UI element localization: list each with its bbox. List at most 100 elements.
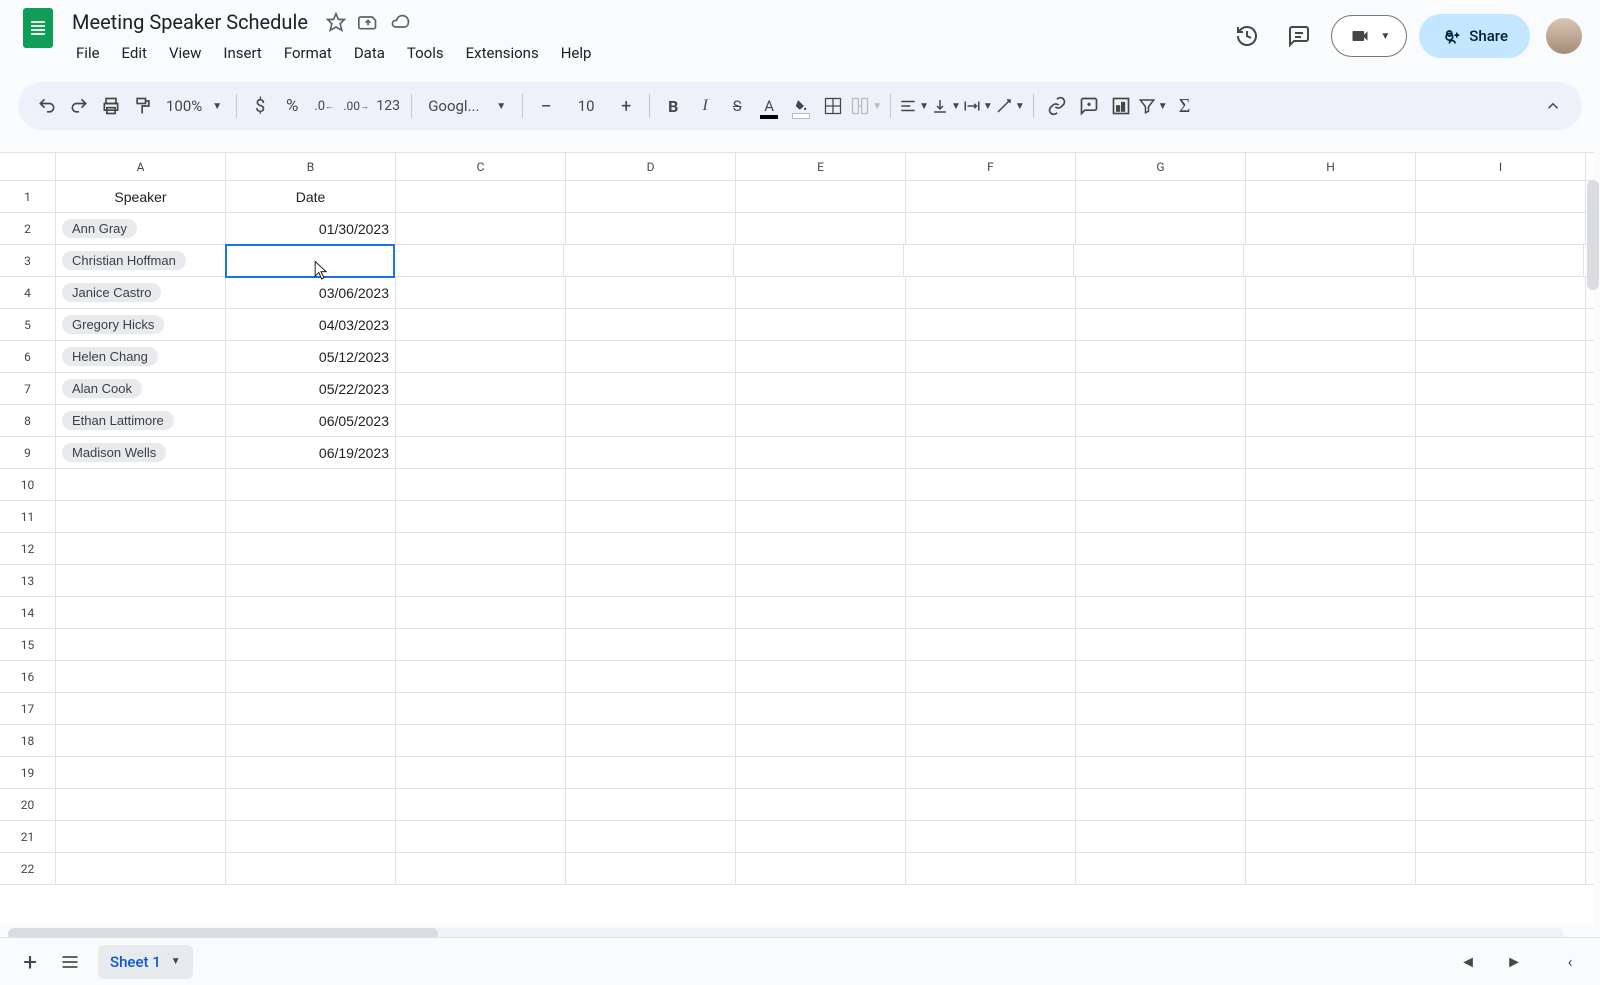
- cell-D6[interactable]: [566, 341, 736, 372]
- cell-G14[interactable]: [1076, 597, 1246, 628]
- cell-B18[interactable]: [226, 725, 396, 756]
- cell-C5[interactable]: [396, 309, 566, 340]
- cell-C14[interactable]: [396, 597, 566, 628]
- cell-B10[interactable]: [226, 469, 396, 500]
- cell-I20[interactable]: [1416, 789, 1586, 820]
- cell-D11[interactable]: [566, 501, 736, 532]
- cell-B16[interactable]: [226, 661, 396, 692]
- row-header[interactable]: 16: [0, 661, 56, 692]
- cell-G12[interactable]: [1076, 533, 1246, 564]
- cell-F16[interactable]: [906, 661, 1076, 692]
- cell-A18[interactable]: [56, 725, 226, 756]
- cell-E11[interactable]: [736, 501, 906, 532]
- cell-D21[interactable]: [566, 821, 736, 852]
- row-header[interactable]: 14: [0, 597, 56, 628]
- cell-A12[interactable]: [56, 533, 226, 564]
- cell-H4[interactable]: [1246, 277, 1416, 308]
- cell-D13[interactable]: [566, 565, 736, 596]
- cell-F11[interactable]: [906, 501, 1076, 532]
- undo-button[interactable]: [32, 91, 62, 121]
- cell-C7[interactable]: [396, 373, 566, 404]
- cell-E12[interactable]: [736, 533, 906, 564]
- font-size-input[interactable]: 10: [571, 97, 601, 115]
- cell-A3[interactable]: Christian Hoffman: [56, 245, 226, 276]
- bold-button[interactable]: B: [658, 91, 688, 121]
- cell-D12[interactable]: [566, 533, 736, 564]
- cell-I5[interactable]: [1416, 309, 1586, 340]
- borders-button[interactable]: [818, 91, 848, 121]
- cell-E4[interactable]: [736, 277, 906, 308]
- italic-button[interactable]: I: [690, 91, 720, 121]
- row-header[interactable]: 15: [0, 629, 56, 660]
- cell-I8[interactable]: [1416, 405, 1586, 436]
- row-header[interactable]: 8: [0, 405, 56, 436]
- cell-B13[interactable]: [226, 565, 396, 596]
- cell-H12[interactable]: [1246, 533, 1416, 564]
- cell-B11[interactable]: [226, 501, 396, 532]
- cell-B4[interactable]: 03/06/2023: [226, 277, 396, 308]
- cell-B22[interactable]: [226, 853, 396, 884]
- cell-D5[interactable]: [566, 309, 736, 340]
- increase-decimal-button[interactable]: .00→: [341, 91, 371, 121]
- cell-A1[interactable]: Speaker: [56, 181, 226, 212]
- cell-I6[interactable]: [1416, 341, 1586, 372]
- percent-button[interactable]: %: [277, 91, 307, 121]
- cell-D7[interactable]: [566, 373, 736, 404]
- explore-button[interactable]: ‹: [1550, 942, 1590, 982]
- cell-H16[interactable]: [1246, 661, 1416, 692]
- cell-G4[interactable]: [1076, 277, 1246, 308]
- cell-F13[interactable]: [906, 565, 1076, 596]
- cell-G8[interactable]: [1076, 405, 1246, 436]
- h-align-button[interactable]: ▼: [899, 97, 929, 115]
- link-button[interactable]: [1042, 91, 1072, 121]
- col-header-F[interactable]: F: [906, 153, 1076, 180]
- cell-F15[interactable]: [906, 629, 1076, 660]
- cell-C13[interactable]: [396, 565, 566, 596]
- cell-E2[interactable]: [736, 213, 906, 244]
- cell-B8[interactable]: 06/05/2023: [226, 405, 396, 436]
- cell-H6[interactable]: [1246, 341, 1416, 372]
- doc-title[interactable]: Meeting Speaker Schedule: [66, 8, 314, 36]
- cell-A22[interactable]: [56, 853, 226, 884]
- cell-I19[interactable]: [1416, 757, 1586, 788]
- menu-view[interactable]: View: [159, 38, 211, 68]
- cell-E19[interactable]: [736, 757, 906, 788]
- row-header[interactable]: 10: [0, 469, 56, 500]
- cell-A10[interactable]: [56, 469, 226, 500]
- row-header[interactable]: 11: [0, 501, 56, 532]
- cell-F7[interactable]: [906, 373, 1076, 404]
- row-header[interactable]: 6: [0, 341, 56, 372]
- cell-G21[interactable]: [1076, 821, 1246, 852]
- scroll-left-button[interactable]: ◄: [1448, 942, 1488, 982]
- cell-G7[interactable]: [1076, 373, 1246, 404]
- cell-D17[interactable]: [566, 693, 736, 724]
- cell-G13[interactable]: [1076, 565, 1246, 596]
- star-icon[interactable]: [326, 12, 346, 32]
- cell-E8[interactable]: [736, 405, 906, 436]
- cell-H1[interactable]: [1246, 181, 1416, 212]
- cell-G15[interactable]: [1076, 629, 1246, 660]
- cell-E21[interactable]: [736, 821, 906, 852]
- cell-F18[interactable]: [906, 725, 1076, 756]
- vertical-scrollbar[interactable]: [1586, 180, 1600, 925]
- menu-insert[interactable]: Insert: [213, 38, 271, 68]
- cell-E7[interactable]: [736, 373, 906, 404]
- cell-B17[interactable]: [226, 693, 396, 724]
- cell-I12[interactable]: [1416, 533, 1586, 564]
- cell-D22[interactable]: [566, 853, 736, 884]
- cell-D19[interactable]: [566, 757, 736, 788]
- cell-C10[interactable]: [396, 469, 566, 500]
- cell-B9[interactable]: 06/19/2023: [226, 437, 396, 468]
- cell-F20[interactable]: [906, 789, 1076, 820]
- cell-I7[interactable]: [1416, 373, 1586, 404]
- cell-I16[interactable]: [1416, 661, 1586, 692]
- cell-H19[interactable]: [1246, 757, 1416, 788]
- cell-E6[interactable]: [736, 341, 906, 372]
- cell-H18[interactable]: [1246, 725, 1416, 756]
- comment-button[interactable]: [1074, 91, 1104, 121]
- cell-C12[interactable]: [396, 533, 566, 564]
- row-header[interactable]: 4: [0, 277, 56, 308]
- cell-H5[interactable]: [1246, 309, 1416, 340]
- row-header[interactable]: 13: [0, 565, 56, 596]
- cell-E20[interactable]: [736, 789, 906, 820]
